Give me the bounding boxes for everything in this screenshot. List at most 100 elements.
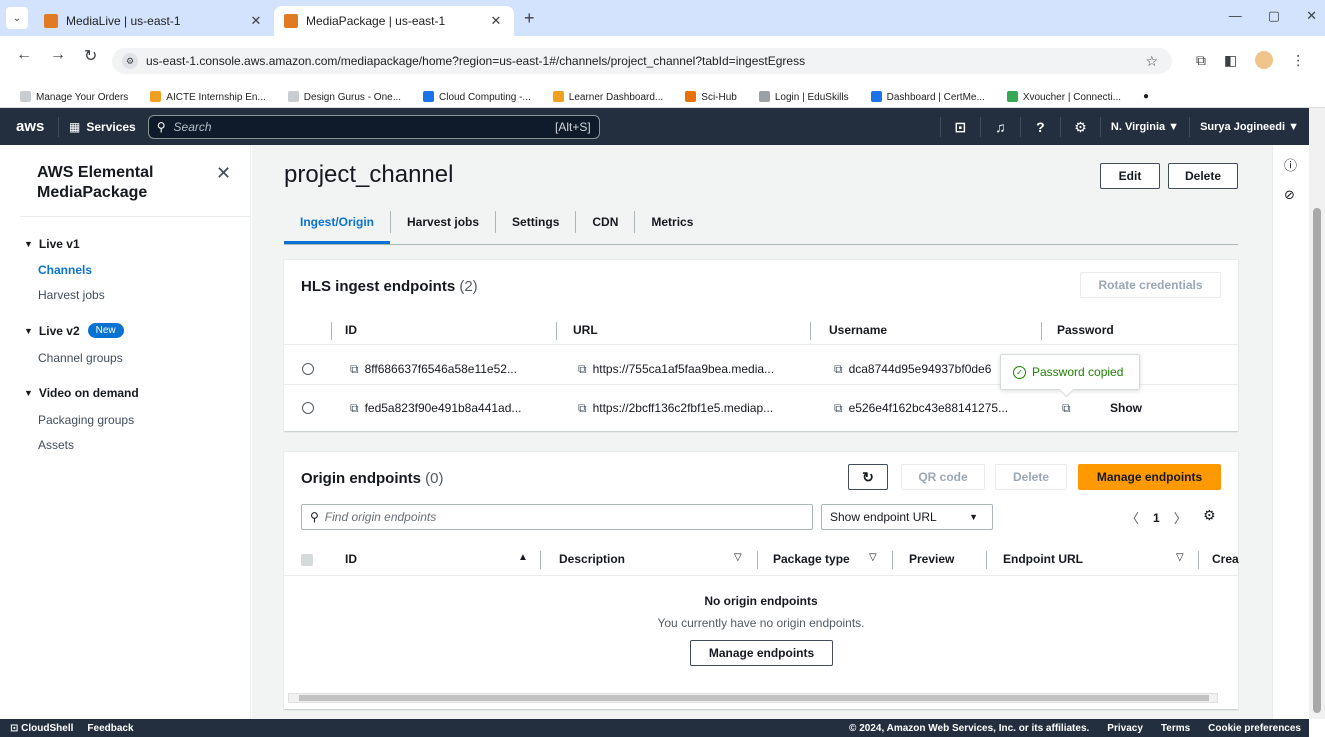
bookmark-item[interactable]: Xvoucher | Connecti...	[1006, 90, 1121, 103]
row-radio[interactable]	[302, 363, 314, 375]
browser-tab-medialive[interactable]: MediaLive | us-east-1 ✕	[34, 6, 274, 36]
back-icon[interactable]: ←	[16, 46, 32, 66]
column-header-id[interactable]: ID	[345, 323, 357, 337]
close-window-icon[interactable]: ✕	[1306, 8, 1317, 24]
sidebar-item-packaging-groups[interactable]: Packaging groups	[38, 413, 134, 427]
refresh-button[interactable]: ↻	[848, 464, 888, 490]
sidebar-section-live-v2[interactable]: ▼ Live v2 New	[24, 323, 124, 338]
privacy-link[interactable]: Privacy	[1107, 723, 1143, 734]
column-header-id[interactable]: ID	[345, 552, 357, 566]
table-row[interactable]: ⧉ fed5a823f90e491b8a441ad... ⧉ https://2bc…	[284, 392, 1238, 424]
sort-icon[interactable]: ▽	[734, 552, 742, 563]
tab-settings[interactable]: Settings	[496, 211, 577, 233]
help-icon[interactable]: ?	[1019, 116, 1060, 137]
sidebar-item-harvest-jobs[interactable]: Harvest jobs	[38, 288, 105, 302]
extensions-icon[interactable]: ⧉	[1196, 52, 1206, 69]
copy-icon[interactable]: ⧉	[1062, 401, 1071, 415]
terms-link[interactable]: Terms	[1161, 723, 1190, 734]
show-password-link[interactable]: Show	[1110, 401, 1142, 415]
bookmark-item[interactable]: Cloud Computing -...	[423, 90, 531, 103]
copy-icon[interactable]: ⧉	[578, 401, 587, 415]
cookie-preferences-link[interactable]: Cookie preferences	[1208, 723, 1301, 734]
prev-page-icon[interactable]: 〈	[1126, 508, 1139, 527]
tab-cdn[interactable]: CDN	[576, 211, 636, 233]
account-menu[interactable]: Surya Jogineedi ▼	[1189, 116, 1309, 137]
next-page-icon[interactable]: 〉	[1174, 508, 1187, 527]
bookmark-item[interactable]: Sci-Hub	[685, 90, 737, 103]
close-icon[interactable]: ✕	[216, 163, 231, 184]
vertical-scrollbar[interactable]	[1309, 108, 1325, 719]
scrollbar-thumb[interactable]	[299, 695, 1209, 701]
tab-search-icon[interactable]: ⌄	[6, 7, 28, 29]
sort-asc-icon[interactable]: ▲	[518, 552, 528, 563]
column-header-preview[interactable]: Preview	[909, 552, 954, 566]
column-header-url[interactable]: URL	[573, 323, 598, 337]
scrollbar-thumb[interactable]	[1313, 208, 1321, 713]
info-icon[interactable]: ⓘ	[1284, 155, 1297, 174]
table-preferences-icon[interactable]: ⚙	[1203, 507, 1216, 524]
tab-metrics[interactable]: Metrics	[635, 211, 709, 233]
sidepanel-icon[interactable]: ◧	[1224, 52, 1237, 69]
edit-button[interactable]: Edit	[1100, 163, 1160, 189]
sidebar-item-channels[interactable]: Channels	[38, 263, 92, 277]
copy-icon[interactable]: ⧉	[350, 362, 359, 376]
delete-button[interactable]: Delete	[1168, 163, 1238, 189]
bookmark-more-icon[interactable]: ●	[1143, 91, 1149, 102]
url-bar[interactable]: ⚙ us-east-1.console.aws.amazon.com/media…	[112, 48, 1172, 74]
copy-icon[interactable]: ⧉	[834, 362, 843, 376]
empty-manage-endpoints-button[interactable]: Manage endpoints	[690, 640, 833, 666]
column-header-description[interactable]: Description	[559, 552, 625, 566]
site-info-icon[interactable]: ⚙	[122, 53, 138, 69]
feedback-link[interactable]: Feedback	[87, 723, 133, 734]
sidebar-section-vod[interactable]: ▼ Video on demand	[24, 386, 139, 400]
qr-code-button[interactable]: QR code	[901, 464, 985, 490]
tab-harvest-jobs[interactable]: Harvest jobs	[391, 211, 497, 233]
feedback-icon[interactable]: ⊘	[1284, 187, 1295, 203]
close-tab-icon[interactable]: ✕	[248, 13, 264, 29]
column-header-created[interactable]: Crea	[1212, 552, 1239, 566]
profile-avatar[interactable]	[1255, 51, 1274, 69]
aws-logo[interactable]: aws	[16, 118, 48, 135]
manage-endpoints-button[interactable]: Manage endpoints	[1078, 464, 1221, 490]
rotate-credentials-button[interactable]: Rotate credentials	[1080, 272, 1221, 298]
cloudshell-button[interactable]: ⊡ CloudShell	[10, 723, 73, 734]
bookmark-item[interactable]: Design Gurus - One...	[287, 90, 401, 103]
copy-icon[interactable]: ⧉	[834, 401, 843, 415]
column-header-endpoint-url[interactable]: Endpoint URL	[1003, 552, 1083, 566]
sidebar-section-live-v1[interactable]: ▼ Live v1	[24, 237, 80, 251]
notifications-icon[interactable]: ♫	[979, 116, 1020, 137]
select-all-checkbox[interactable]	[301, 554, 313, 566]
minimize-icon[interactable]: —	[1229, 8, 1242, 24]
column-header-password[interactable]: Password	[1057, 323, 1114, 337]
forward-icon[interactable]: →	[50, 46, 66, 66]
sidebar-title[interactable]: AWS Elemental MediaPackage	[37, 163, 197, 203]
find-origin-endpoints-input[interactable]: ⚲ Find origin endpoints	[301, 504, 813, 530]
endpoint-url-select[interactable]: Show endpoint URL ▼	[821, 504, 993, 530]
sidebar-item-assets[interactable]: Assets	[38, 438, 74, 452]
reload-icon[interactable]: ↻	[84, 46, 97, 66]
region-selector[interactable]: N. Virginia ▼	[1099, 116, 1189, 137]
bookmark-item[interactable]: Dashboard | CertMe...	[870, 90, 985, 103]
copy-icon[interactable]: ⧉	[350, 401, 359, 415]
settings-icon[interactable]: ⚙	[1059, 116, 1100, 137]
sidebar-item-channel-groups[interactable]: Channel groups	[38, 351, 123, 365]
aws-search-input[interactable]: ⚲ Search [Alt+S]	[147, 114, 600, 139]
column-header-package-type[interactable]: Package type	[773, 552, 850, 566]
services-menu[interactable]: ▦ Services	[69, 120, 136, 134]
delete-endpoint-button[interactable]: Delete	[995, 464, 1067, 490]
row-radio[interactable]	[302, 402, 314, 414]
current-page[interactable]: 1	[1153, 511, 1160, 525]
copy-icon[interactable]: ⧉	[578, 362, 587, 376]
restore-icon[interactable]: ▢	[1268, 8, 1280, 24]
sort-icon[interactable]: ▽	[869, 552, 877, 563]
close-tab-icon[interactable]: ✕	[488, 13, 504, 29]
horizontal-scrollbar[interactable]	[288, 693, 1218, 703]
browser-tab-mediapackage[interactable]: MediaPackage | us-east-1 ✕	[274, 6, 514, 36]
bookmark-item[interactable]: AICTE Internship En...	[150, 90, 266, 103]
tab-ingest-origin[interactable]: Ingest/Origin	[284, 211, 392, 244]
bookmark-star-icon[interactable]: ☆	[1145, 53, 1158, 70]
bookmark-item[interactable]: Login | EduSkills	[758, 90, 849, 103]
sort-icon[interactable]: ▽	[1176, 552, 1184, 563]
cloudshell-icon[interactable]: ⊡	[939, 116, 980, 137]
column-header-username[interactable]: Username	[829, 323, 887, 337]
